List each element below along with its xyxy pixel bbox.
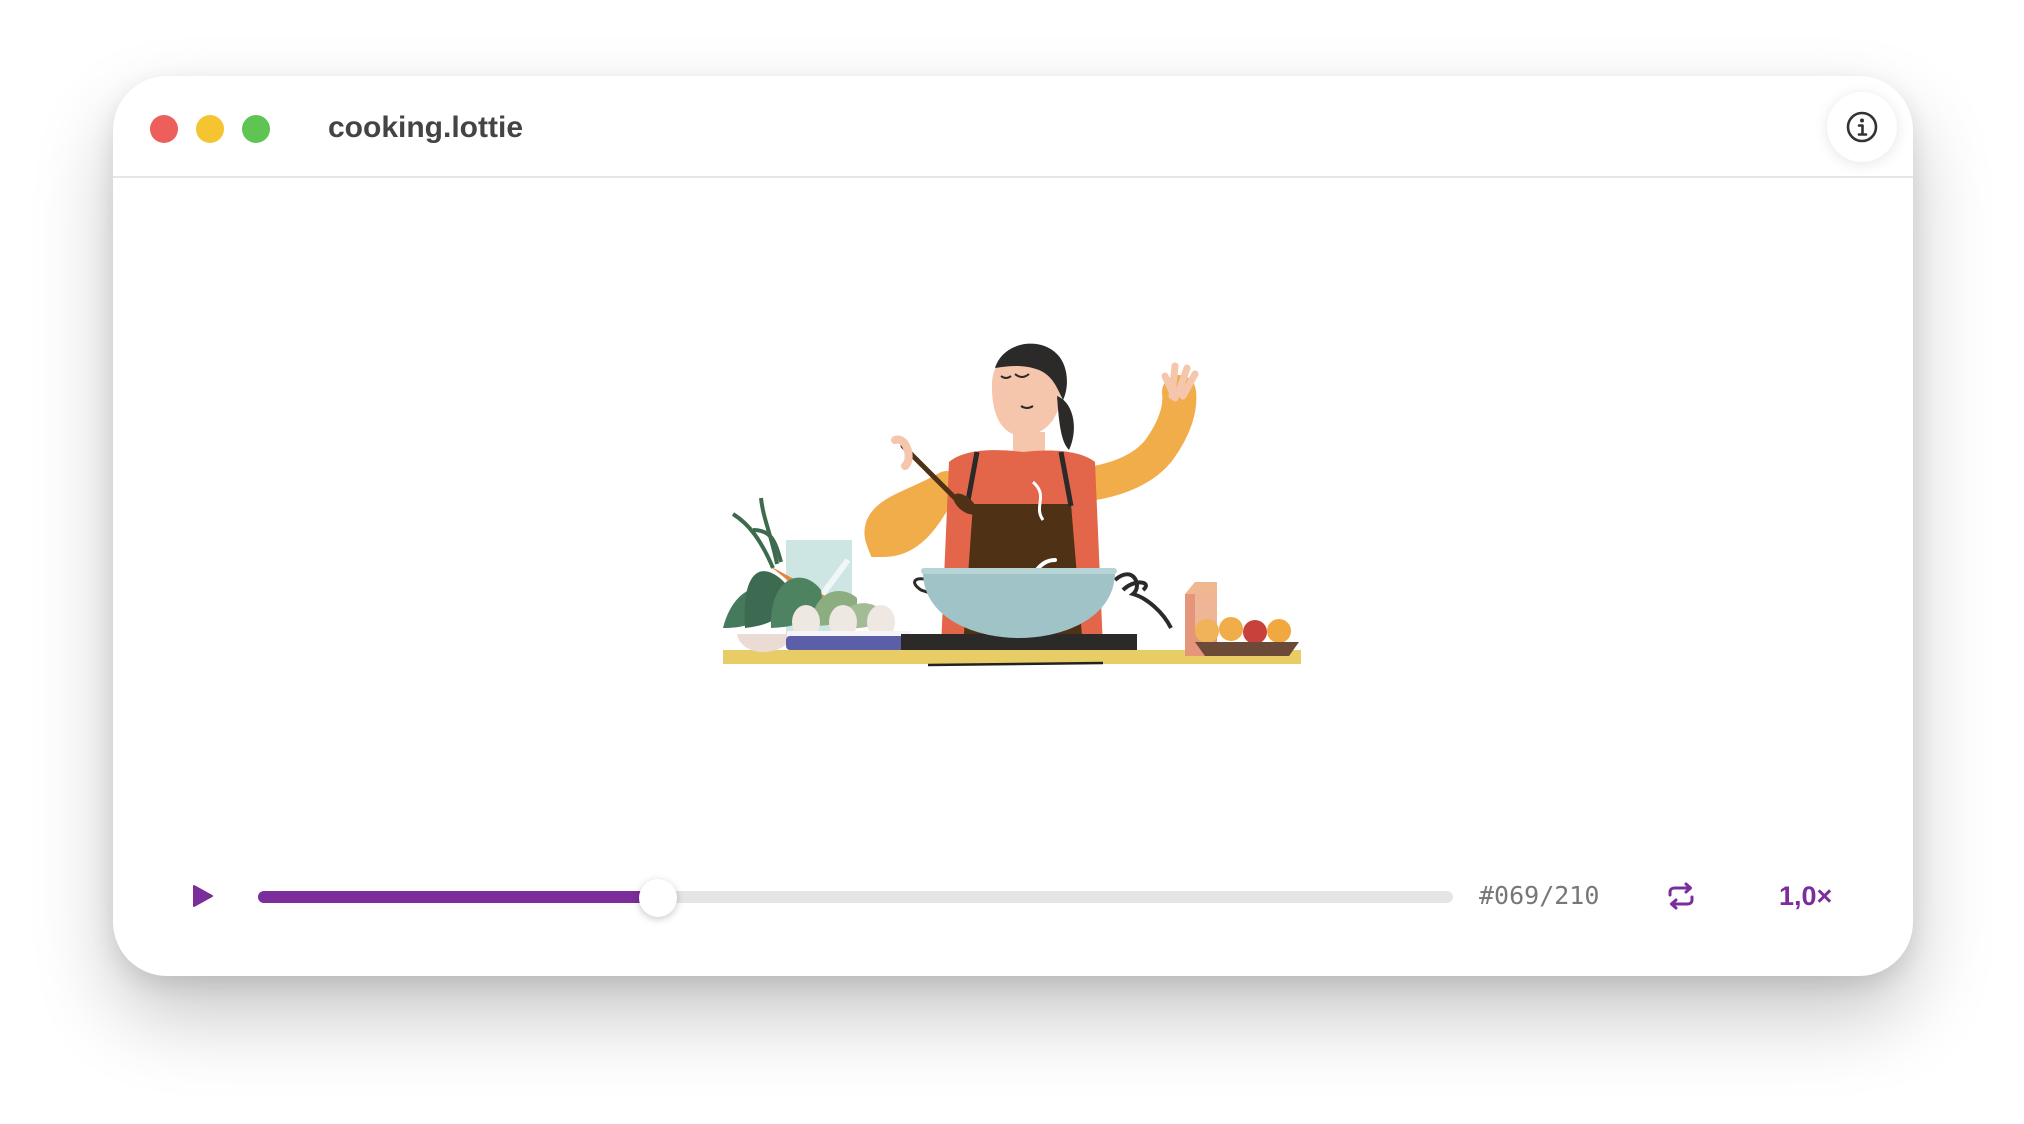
speed-button[interactable]: 1,0× bbox=[1779, 878, 1832, 914]
minimize-window-button[interactable] bbox=[196, 115, 224, 143]
info-button[interactable] bbox=[1827, 92, 1897, 162]
frame-counter: #069/210 bbox=[1479, 881, 1600, 910]
progress-slider[interactable] bbox=[258, 879, 1453, 917]
playback-controls: #069/210 1,0× bbox=[113, 876, 1913, 976]
player-window: cooking.lottie #069/210 1,0× bbox=[113, 76, 1913, 976]
zoom-window-button[interactable] bbox=[242, 115, 270, 143]
window-title: cooking.lottie bbox=[328, 111, 523, 144]
cooking-illustration bbox=[723, 343, 1301, 667]
titlebar: cooking.lottie bbox=[113, 76, 1913, 178]
play-button[interactable] bbox=[183, 876, 223, 916]
loop-icon bbox=[1668, 882, 1694, 910]
close-window-button[interactable] bbox=[150, 115, 178, 143]
play-icon bbox=[193, 885, 213, 907]
progress-thumb[interactable] bbox=[639, 879, 678, 917]
loop-button[interactable] bbox=[1663, 878, 1699, 914]
progress-fill bbox=[258, 891, 659, 903]
info-circle-icon bbox=[1846, 111, 1878, 143]
animation-stage bbox=[113, 178, 1913, 878]
